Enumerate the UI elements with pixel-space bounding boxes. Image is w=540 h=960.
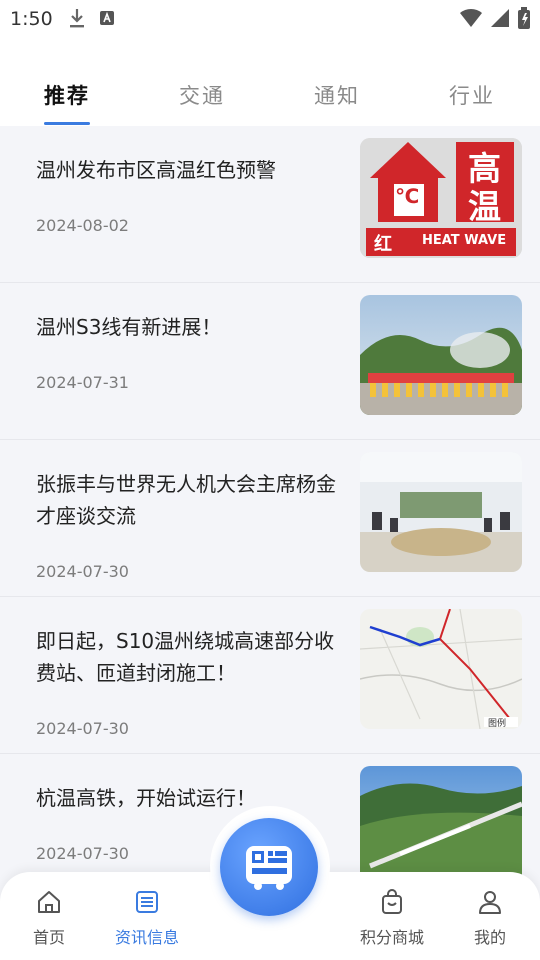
status-time: 1:50 <box>10 8 53 30</box>
news-title: 温州S3线有新进展！ <box>36 315 222 339</box>
meeting-room-photo <box>360 452 522 572</box>
nav-mine[interactable]: 我的 <box>440 888 540 948</box>
news-title: 温州发布市区高温红色预警 <box>36 158 276 182</box>
news-title: 即日起，S10温州绕城高速部分收费站、匝道封闭施工！ <box>36 629 335 685</box>
news-date: 2024-07-30 <box>36 844 129 863</box>
signal-icon <box>490 8 510 32</box>
thumb-text-heatwave: HEAT WAVE <box>422 233 507 248</box>
bus-qr-code-button[interactable] <box>220 818 318 916</box>
shopping-bag-icon <box>378 889 406 920</box>
news-title: 张振丰与世界无人机大会主席杨金才座谈交流 <box>36 472 336 528</box>
nav-news[interactable]: 资讯信息 <box>97 888 197 948</box>
news-item[interactable]: 温州S3线有新进展！ 2024-07-31 <box>0 283 540 440</box>
download-icon <box>68 7 86 33</box>
high-speed-rail-photo <box>360 766 522 886</box>
active-tab-indicator <box>44 122 90 125</box>
user-icon <box>476 891 504 920</box>
news-date: 2024-08-02 <box>36 216 129 235</box>
news-item[interactable]: 即日起，S10温州绕城高速部分收费站、匝道封闭施工！ 2024-07-30 图例 <box>0 597 540 754</box>
wifi-icon <box>460 8 482 32</box>
news-list-icon <box>133 891 161 920</box>
tab-recommend[interactable]: 推荐 <box>44 80 90 110</box>
thumb-text-celsius: ℃ <box>395 184 420 208</box>
bus-qr-code-icon <box>244 842 294 896</box>
nav-home[interactable]: 首页 <box>0 888 99 948</box>
heat-wave-warning-image: ℃ 高 温 红 HEAT WAVE <box>360 138 522 258</box>
nav-home-label: 首页 <box>32 928 65 947</box>
thumb-text-hong: 红 <box>374 234 392 255</box>
highway-map-image: 图例 <box>360 609 522 729</box>
news-date: 2024-07-30 <box>36 719 129 738</box>
news-item[interactable]: 张振丰与世界无人机大会主席杨金才座谈交流 2024-07-30 <box>0 440 540 597</box>
status-bar: 1:50 <box>0 0 540 38</box>
home-icon <box>35 891 63 920</box>
nav-news-label: 资讯信息 <box>114 928 179 947</box>
nav-points-mall[interactable]: 积分商城 <box>342 888 442 948</box>
map-legend-label: 图例 <box>488 719 507 729</box>
construction-team-photo <box>360 295 522 415</box>
tab-industry[interactable]: 行业 <box>449 80 495 110</box>
nav-mine-label: 我的 <box>473 928 506 947</box>
nav-points-mall-label: 积分商城 <box>359 928 424 947</box>
tab-notice[interactable]: 通知 <box>314 80 360 110</box>
news-item[interactable]: 温州发布市区高温红色预警 2024-08-02 ℃ 高 温 红 HEAT WAV… <box>0 126 540 283</box>
tab-traffic[interactable]: 交通 <box>179 80 225 110</box>
category-tabs: 推荐 交通 通知 行业 <box>0 38 540 126</box>
news-date: 2024-07-31 <box>36 373 129 392</box>
battery-icon <box>518 7 530 33</box>
news-date: 2024-07-30 <box>36 562 129 581</box>
news-list: 温州发布市区高温红色预警 2024-08-02 ℃ 高 温 红 HEAT WAV… <box>0 126 540 911</box>
font-app-icon <box>98 7 116 33</box>
thumb-text-wen: 温 <box>468 187 501 226</box>
